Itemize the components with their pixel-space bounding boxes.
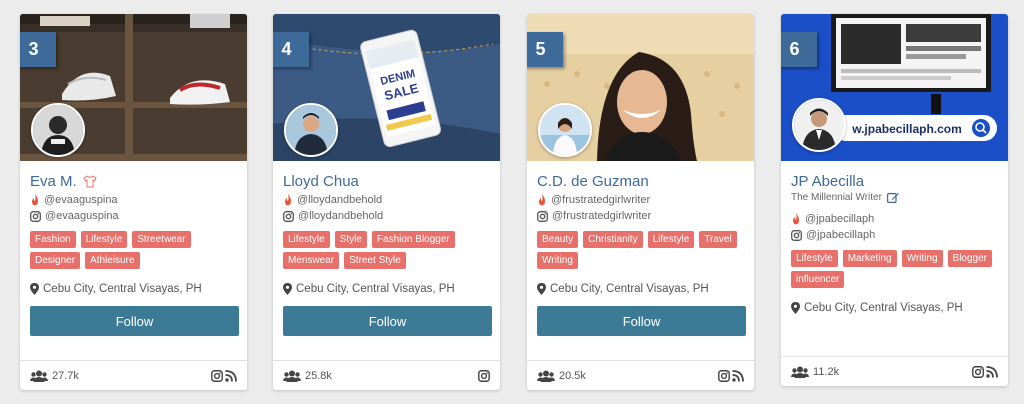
tshirt-icon xyxy=(83,175,97,188)
follower-count: 20.5k xyxy=(559,369,586,382)
tag[interactable]: Lifestyle xyxy=(791,250,838,267)
tag-list: Lifestyle Marketing Writing Blogger infl… xyxy=(791,250,1006,288)
tag[interactable]: Style xyxy=(334,231,367,248)
users-icon xyxy=(791,366,809,378)
tag[interactable]: Designer xyxy=(30,252,81,269)
rss-icon[interactable] xyxy=(986,365,998,378)
edit-icon[interactable] xyxy=(886,192,899,203)
map-marker-icon xyxy=(791,302,800,314)
influencer-card: 5 C.D. de Guzman @frustratedgirlwriter @… xyxy=(527,14,754,390)
avatar-image xyxy=(794,100,844,150)
tag-list: Lifestyle Style Fashion Blogger Menswear… xyxy=(283,231,498,269)
tag[interactable]: Writing xyxy=(537,252,578,269)
cover-image[interactable]: w.jpabecillaph.com 6 xyxy=(781,14,1008,161)
cover-website-url: w.jpabecillaph.com xyxy=(851,122,962,136)
map-marker-icon xyxy=(30,283,39,295)
tag[interactable]: Lifestyle xyxy=(80,231,128,248)
card-footer: 20.5k xyxy=(527,360,754,390)
tiktok-handle[interactable]: @lloydandbehold xyxy=(297,194,382,206)
tiktok-handle[interactable]: @jpabecillaph xyxy=(805,213,874,225)
instagram-handle[interactable]: @jpabecillaph xyxy=(806,229,875,241)
rss-icon[interactable] xyxy=(225,369,237,382)
tag[interactable]: Marketing xyxy=(842,250,897,267)
avatar-image xyxy=(540,105,590,155)
instagram-icon[interactable] xyxy=(478,369,490,382)
fire-icon xyxy=(539,194,545,206)
instagram-handle[interactable]: @frustratedgirlwriter xyxy=(552,210,651,222)
follow-button[interactable]: Follow xyxy=(283,306,492,336)
fire-icon xyxy=(793,213,799,225)
tag[interactable]: Blogger xyxy=(947,250,992,267)
rank-badge: 6 xyxy=(781,32,817,67)
map-marker-icon xyxy=(537,283,546,295)
influencer-name[interactable]: C.D. de Guzman xyxy=(537,173,649,190)
tag-list: Beauty Christianity Lifestyle Travel Wri… xyxy=(537,231,752,269)
rank-badge: 4 xyxy=(273,32,309,67)
cover-image[interactable]: 3 xyxy=(20,14,247,161)
influencer-card: w.jpabecillaph.com 6 JP Abecilla The Mil… xyxy=(781,14,1008,386)
avatar[interactable] xyxy=(31,103,85,157)
location-text: Cebu City, Central Visayas, PH xyxy=(296,283,455,295)
instagram-icon[interactable] xyxy=(718,369,730,382)
instagram-icon xyxy=(283,210,294,222)
avatar[interactable] xyxy=(284,103,338,157)
location-text: Cebu City, Central Visayas, PH xyxy=(550,283,709,295)
rank-badge: 3 xyxy=(20,32,56,67)
tagline: The Millennial Writer xyxy=(791,192,882,203)
instagram-icon xyxy=(537,210,548,222)
tag[interactable]: influencer xyxy=(791,271,845,288)
tag[interactable]: Lifestyle xyxy=(647,231,695,248)
tag[interactable]: Fashion xyxy=(30,231,76,248)
follower-count: 25.8k xyxy=(305,369,332,382)
tag[interactable]: Beauty xyxy=(537,231,579,248)
tag[interactable]: Street Style xyxy=(344,252,406,269)
location-text: Cebu City, Central Visayas, PH xyxy=(43,283,202,295)
instagram-handle[interactable]: @lloydandbehold xyxy=(298,210,383,222)
map-marker-icon xyxy=(283,283,292,295)
influencer-name[interactable]: Eva M. xyxy=(30,173,77,190)
follower-count: 11.2k xyxy=(813,365,840,378)
users-icon xyxy=(283,370,301,382)
influencer-name[interactable]: Lloyd Chua xyxy=(283,173,359,190)
cover-image[interactable]: DENIM SALE 4 xyxy=(273,14,500,161)
instagram-handle[interactable]: @evaaguspina xyxy=(45,210,119,222)
influencer-card: DENIM SALE 4 Lloyd Chua @lloydandbehold xyxy=(273,14,500,390)
instagram-icon[interactable] xyxy=(972,365,984,378)
tag[interactable]: Writing xyxy=(901,250,943,267)
location-text: Cebu City, Central Visayas, PH xyxy=(804,302,963,314)
rss-icon[interactable] xyxy=(732,369,744,382)
fire-icon xyxy=(32,194,38,206)
instagram-icon xyxy=(791,229,802,241)
follower-count: 27.7k xyxy=(52,369,79,382)
tag[interactable]: Christianity xyxy=(583,231,643,248)
rank-badge: 5 xyxy=(527,32,563,67)
fire-icon xyxy=(285,194,291,206)
influencer-name[interactable]: JP Abecilla xyxy=(791,173,864,190)
card-footer: 27.7k xyxy=(20,360,247,390)
tag[interactable]: Athleisure xyxy=(85,252,140,269)
tag[interactable]: Menswear xyxy=(283,252,340,269)
avatar-image xyxy=(33,105,83,155)
follow-button[interactable]: Follow xyxy=(30,306,239,336)
users-icon xyxy=(537,370,555,382)
tag-list: Fashion Lifestyle Streetwear Designer At… xyxy=(30,231,245,269)
follow-button[interactable]: Follow xyxy=(537,306,746,336)
tag[interactable]: Fashion Blogger xyxy=(371,231,455,248)
tag[interactable]: Streetwear xyxy=(132,231,191,248)
avatar[interactable] xyxy=(538,103,592,157)
avatar[interactable] xyxy=(792,98,846,152)
instagram-icon[interactable] xyxy=(211,369,223,382)
tag[interactable]: Lifestyle xyxy=(283,231,330,248)
users-icon xyxy=(30,370,48,382)
card-footer: 11.2k xyxy=(781,356,1008,386)
avatar-image xyxy=(286,105,336,155)
tag[interactable]: Travel xyxy=(699,231,737,248)
tiktok-handle[interactable]: @frustratedgirlwriter xyxy=(551,194,650,206)
instagram-icon xyxy=(30,210,41,222)
cover-image[interactable]: 5 xyxy=(527,14,754,161)
tiktok-handle[interactable]: @evaaguspina xyxy=(44,194,118,206)
card-footer: 25.8k xyxy=(273,360,500,390)
influencer-card: 3 Eva M. @evaaguspina @evaaguspina Fashi… xyxy=(20,14,247,390)
